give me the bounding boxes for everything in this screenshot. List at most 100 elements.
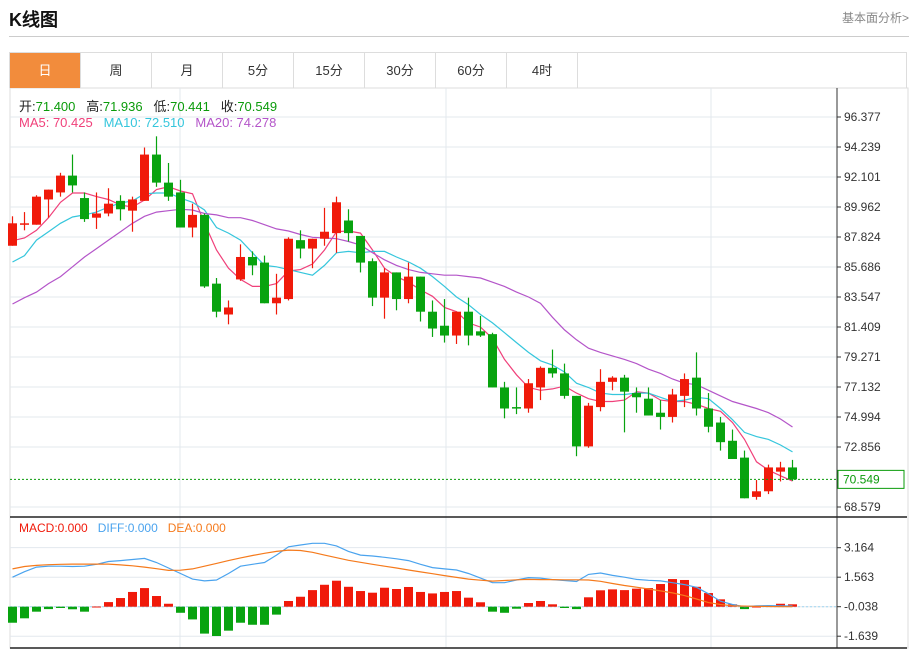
macd-bar: [92, 606, 101, 608]
macd-bar: [272, 606, 281, 615]
macd-bar: [224, 606, 233, 631]
candle-down: [260, 255, 269, 304]
candle-up: [20, 212, 29, 231]
macd-bar: [500, 606, 509, 613]
macd-bar: [44, 606, 53, 610]
candles: [8, 136, 797, 500]
tab-4hour[interactable]: 4时: [507, 53, 578, 88]
candle-up: [56, 172, 65, 197]
macd-bar: [392, 589, 401, 607]
candle-body: [392, 272, 401, 300]
macd-bar: [176, 606, 185, 613]
macd-bar: [68, 606, 77, 610]
candle-body: [536, 367, 545, 388]
candle-body: [260, 262, 269, 304]
candle-down: [248, 251, 257, 276]
macd-bar: [104, 602, 113, 607]
price-tick-label: 74.994: [844, 410, 881, 424]
macd-legend: MACD:0.000 DIFF:0.000 DEA:0.000: [19, 521, 226, 535]
candle-body: [8, 223, 17, 246]
macd-bar: [32, 606, 41, 612]
candle-up: [524, 379, 533, 413]
macd-bar: [464, 597, 473, 607]
candle-body: [32, 196, 41, 225]
macd-bar: [488, 606, 497, 612]
macd-bar: [416, 591, 425, 607]
candle-body: [440, 325, 449, 336]
candle-down: [560, 363, 569, 399]
ma5-legend: MA5: 70.425: [19, 115, 93, 130]
candle-body: [56, 175, 65, 193]
candle-down: [632, 387, 641, 413]
candle-body: [428, 311, 437, 329]
macd-bar: [200, 606, 209, 634]
close-value: 70.549: [237, 99, 278, 114]
candle-down: [644, 387, 653, 416]
candle-down: [392, 272, 401, 311]
macd-bar: [644, 588, 653, 607]
candle-down: [116, 195, 125, 221]
macd-bar: [548, 604, 557, 607]
candle-up: [104, 188, 113, 217]
candle-body: [692, 377, 701, 409]
low-label: 低:: [153, 99, 171, 114]
candle-body: [464, 311, 473, 336]
macd-legend-value: MACD:0.000: [19, 521, 88, 535]
diff-legend-value: DIFF:0.000: [97, 521, 158, 535]
macd-bar: [452, 591, 461, 607]
macd-bar: [428, 593, 437, 607]
candle-down: [788, 459, 797, 481]
macd-bar: [8, 606, 17, 623]
macd-bar: [128, 591, 137, 607]
candle-up: [332, 196, 341, 253]
candle-body: [380, 272, 389, 298]
candle-down: [296, 230, 305, 259]
candle-down: [152, 136, 161, 187]
candle-body: [248, 256, 257, 266]
candle-up: [128, 196, 137, 232]
candle-body: [44, 189, 53, 200]
fundamental-analysis-link[interactable]: 基本面分析>: [842, 9, 909, 26]
candle-up: [320, 207, 329, 246]
macd-bar: [440, 591, 449, 607]
macd-bar: [584, 597, 593, 607]
low-value: 70.441: [170, 99, 210, 114]
macd-bar: [560, 606, 569, 608]
tab-week[interactable]: 周: [81, 53, 152, 88]
macd-bar: [212, 606, 221, 637]
candle-down: [740, 450, 749, 499]
candle-body: [476, 331, 485, 336]
macd-bar: [116, 598, 125, 607]
candle-up: [380, 268, 389, 319]
macd-bar: [536, 600, 545, 607]
candle-body: [776, 467, 785, 472]
candle-up: [752, 480, 761, 500]
last-price-label: 70.549: [843, 472, 880, 486]
macd-bar: [140, 588, 149, 607]
candle-down: [488, 332, 497, 388]
macd-bar: [716, 599, 725, 607]
candle-down: [176, 179, 185, 228]
candle-body: [80, 198, 89, 220]
candle-down: [620, 374, 629, 433]
tab-day[interactable]: 日: [10, 53, 81, 88]
tab-15min[interactable]: 15分: [294, 53, 365, 88]
price-tick-label: 81.409: [844, 320, 881, 334]
macd-bar: [404, 586, 413, 607]
tab-month[interactable]: 月: [152, 53, 223, 88]
tab-5min[interactable]: 5分: [223, 53, 294, 88]
tab-60min[interactable]: 60分: [436, 53, 507, 88]
candle-body: [152, 154, 161, 183]
candle-down: [428, 300, 437, 337]
candle-body: [368, 261, 377, 298]
candle-body: [620, 377, 629, 392]
candle-body: [524, 383, 533, 409]
macd-bar: [344, 586, 353, 607]
candle-body: [416, 276, 425, 312]
candle-down: [692, 352, 701, 416]
tab-30min[interactable]: 30分: [365, 53, 436, 88]
price-tick-label: 89.962: [844, 200, 881, 214]
candle-body: [272, 297, 281, 304]
price-tick-label: 87.824: [844, 230, 881, 244]
candle-body: [596, 381, 605, 408]
